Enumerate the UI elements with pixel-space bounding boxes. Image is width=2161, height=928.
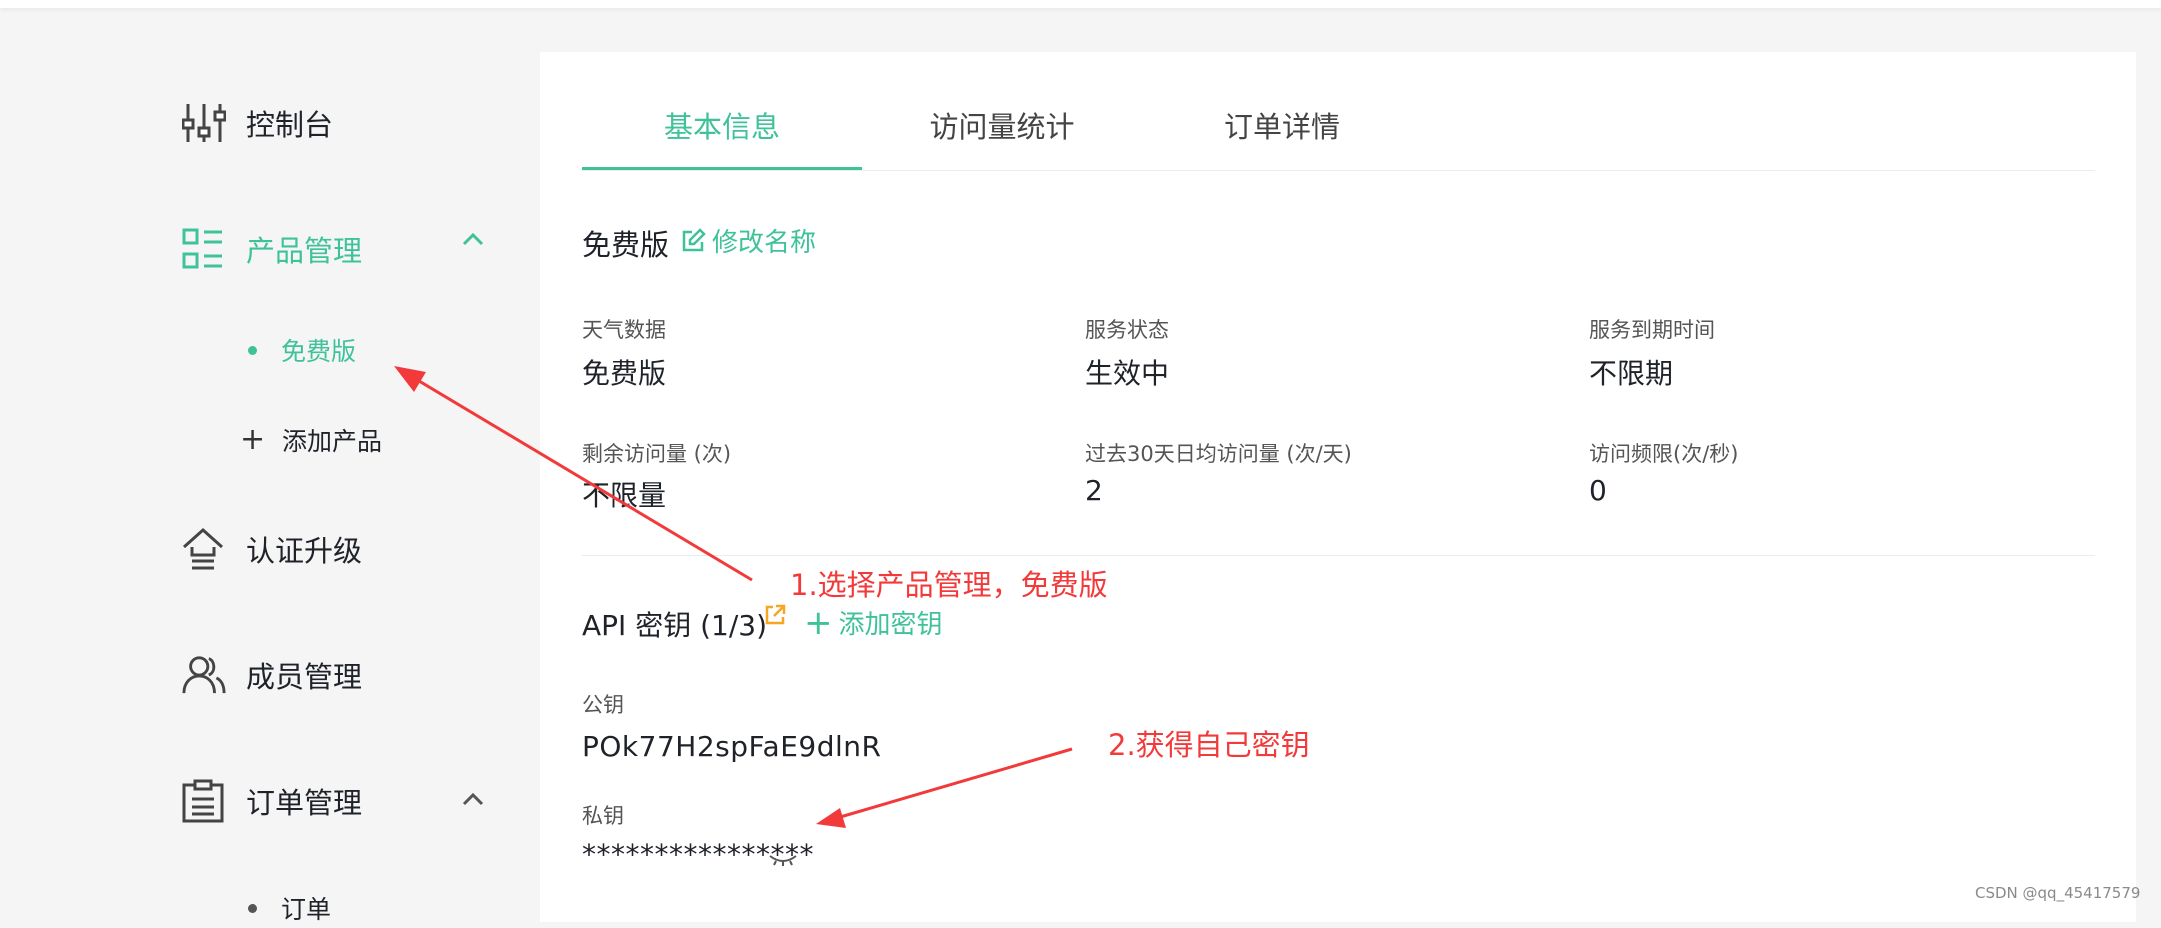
rename-link[interactable]: 修改名称 — [680, 222, 816, 259]
chevron-up-icon[interactable] — [462, 792, 484, 806]
external-link-icon[interactable] — [764, 604, 786, 626]
sliders-icon — [182, 98, 226, 148]
sidebar-item-order-management[interactable]: 订单管理 — [182, 776, 362, 826]
add-key-button[interactable]: + 添加密钥 — [804, 604, 943, 641]
public-key-label: 公钥 — [582, 693, 624, 717]
plus-icon: + — [240, 422, 266, 457]
order-icon — [182, 776, 226, 826]
sidebar-item-console[interactable]: 控制台 — [182, 98, 333, 148]
upgrade-icon — [182, 524, 226, 574]
private-key-label: 私钥 — [582, 804, 624, 828]
sidebar-subitem-add-product[interactable]: + 添加产品 — [240, 420, 382, 460]
sidebar-item-label: 产品管理 — [246, 234, 363, 268]
tab-basic-info[interactable]: 基本信息 — [582, 112, 862, 170]
chevron-up-icon[interactable] — [462, 232, 484, 246]
info-value: 免费版 — [582, 357, 667, 390]
members-icon — [182, 650, 226, 700]
public-key-value: POk77H2spFaE9dlnR — [582, 730, 882, 763]
sidebar-subitem-label: 订单 — [281, 895, 332, 924]
section-divider — [582, 555, 2095, 556]
info-label: 过去30天日均访问量 (次/天) — [1085, 442, 1352, 466]
info-value: 不限量 — [582, 479, 667, 512]
info-label: 访问频限(次/秒) — [1589, 442, 1739, 466]
info-value: 2 — [1085, 474, 1103, 507]
product-name: 免费版 — [582, 228, 670, 262]
sidebar-subitem-label: 免费版 — [281, 337, 357, 366]
sidebar: 控制台 产品管理 免费版 + 添加产品 认证升级 成员管理 订单管理 订单 — [0, 8, 520, 924]
sidebar-subitem-label: 添加产品 — [282, 427, 383, 456]
sidebar-item-label: 认证升级 — [246, 534, 363, 568]
bullet-dot — [248, 903, 257, 913]
tab-order-details[interactable]: 订单详情 — [1142, 112, 1422, 170]
bullet-dot — [248, 345, 257, 355]
tab-visit-stats[interactable]: 访问量统计 — [862, 112, 1142, 170]
info-label: 剩余访问量 (次) — [582, 442, 732, 466]
top-bar — [0, 0, 2161, 8]
tab-bar: 基本信息 访问量统计 订单详情 — [582, 112, 2095, 171]
info-label: 服务到期时间 — [1589, 318, 1715, 342]
sidebar-item-product-management[interactable]: 产品管理 — [182, 224, 362, 274]
plus-icon: + — [804, 602, 833, 643]
product-list-icon — [182, 224, 226, 274]
sidebar-subitem-orders[interactable]: 订单 — [240, 888, 331, 928]
rename-label: 修改名称 — [712, 228, 817, 258]
sidebar-subitem-free-edition[interactable]: 免费版 — [240, 330, 356, 370]
info-value: 0 — [1589, 474, 1607, 507]
info-label: 天气数据 — [582, 318, 666, 342]
edit-icon — [682, 227, 706, 251]
api-key-title: API 密钥 (1/3) — [582, 609, 768, 642]
add-key-label: 添加密钥 — [838, 610, 943, 640]
sidebar-item-label: 成员管理 — [246, 660, 363, 694]
sidebar-item-label: 控制台 — [246, 108, 334, 142]
main-card: 基本信息 访问量统计 订单详情 免费版 修改名称 天气数据 免费版 服务状态 生… — [540, 52, 2136, 922]
info-label: 服务状态 — [1085, 318, 1169, 342]
sidebar-item-label: 订单管理 — [246, 786, 363, 820]
eye-closed-icon[interactable] — [768, 852, 798, 868]
info-value: 不限期 — [1589, 357, 1674, 390]
sidebar-item-certification-upgrade[interactable]: 认证升级 — [182, 524, 362, 574]
watermark: CSDN @qq_45417579 — [1975, 884, 2141, 902]
info-value: 生效中 — [1085, 357, 1170, 390]
annotation-step2: 2.获得自己密钥 — [1108, 728, 1310, 762]
sidebar-item-member-management[interactable]: 成员管理 — [182, 650, 362, 700]
annotation-step1: 1.选择产品管理，免费版 — [790, 568, 1108, 602]
